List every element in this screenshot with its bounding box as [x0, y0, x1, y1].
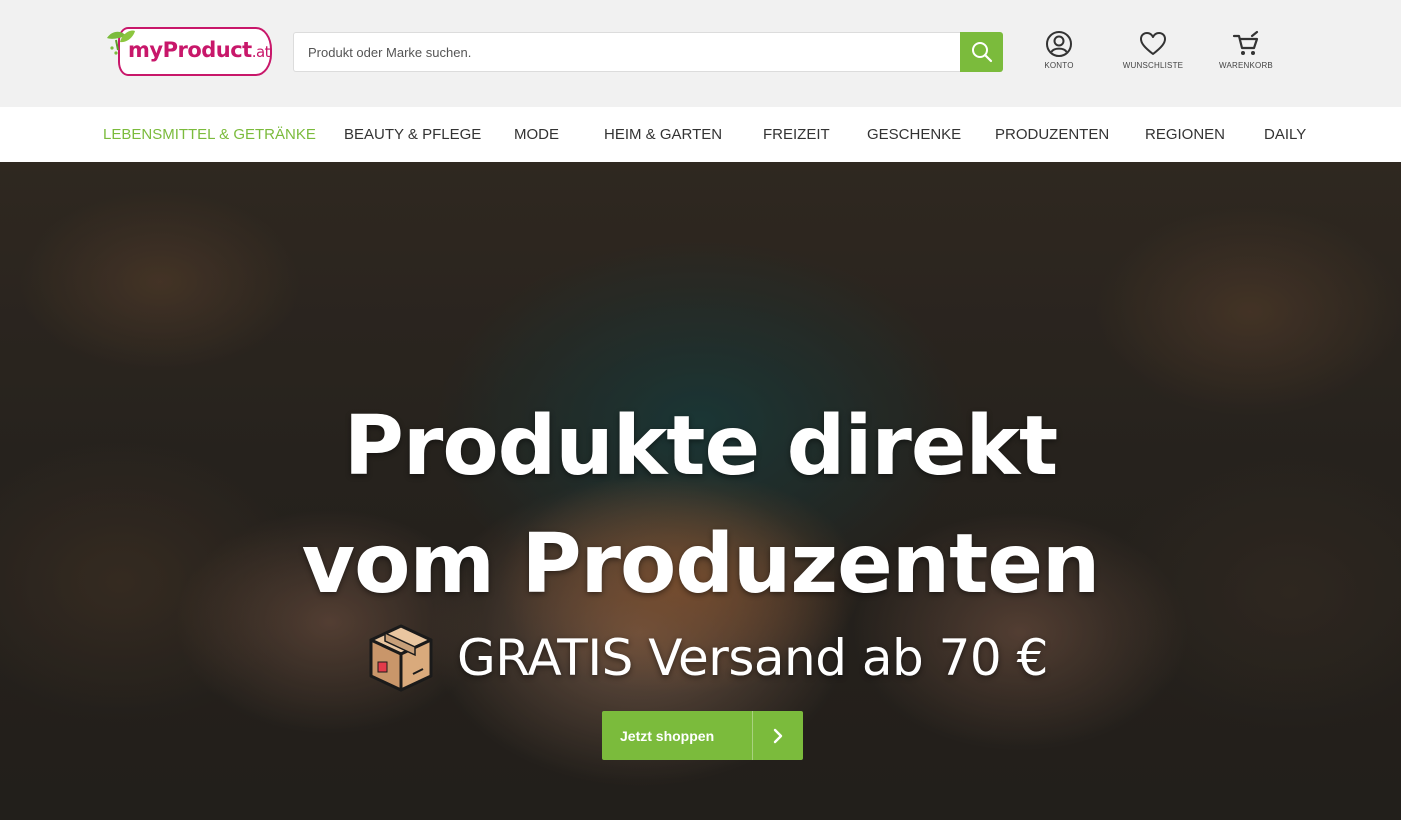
- wishlist-button[interactable]: WUNSCHLISTE: [1113, 30, 1193, 72]
- account-button[interactable]: KONTO: [1019, 30, 1099, 72]
- hero-title-line-1: Produkte direkt: [343, 399, 1058, 494]
- chevron-right-icon: [753, 728, 803, 744]
- logo-text-main: myProduct: [128, 38, 252, 62]
- nav-item-freizeit[interactable]: FREIZEIT: [763, 107, 830, 162]
- nav-item-produzenten[interactable]: PRODUZENTEN: [995, 107, 1109, 162]
- shop-now-button[interactable]: Jetzt shoppen: [602, 711, 803, 760]
- cart-label: WARENKORB: [1219, 61, 1273, 70]
- user-icon: [1046, 31, 1072, 57]
- logo[interactable]: myProduct.at: [104, 26, 272, 78]
- nav-item-lebensmittel-getraenke[interactable]: LEBENSMITTEL & GETRÄNKE: [103, 107, 316, 162]
- cart-button[interactable]: WARENKORB: [1206, 30, 1286, 72]
- search-bar: [293, 32, 1003, 72]
- search-input[interactable]: [293, 32, 961, 72]
- heart-icon: [1140, 32, 1166, 55]
- hero-title: Produkte direkt vom Produzenten: [0, 388, 1401, 624]
- wishlist-label: WUNSCHLISTE: [1122, 61, 1184, 70]
- main-navigation: LEBENSMITTEL & GETRÄNKE BEAUTY & PFLEGE …: [0, 107, 1401, 162]
- shop-now-label: Jetzt shoppen: [620, 727, 715, 744]
- nav-item-beauty-pflege[interactable]: BEAUTY & PFLEGE: [344, 107, 481, 162]
- account-label: KONTO: [1044, 61, 1074, 70]
- hero-subtitle: GRATIS Versand ab 70 €: [365, 618, 1048, 698]
- nav-item-geschenke[interactable]: GESCHENKE: [867, 107, 961, 162]
- cart-icon: [1232, 30, 1259, 55]
- hero-title-line-2: vom Produzenten: [301, 517, 1101, 612]
- nav-item-mode[interactable]: MODE: [514, 107, 559, 162]
- hero-banner: Produkte direkt vom Produzenten GRATIS V…: [0, 162, 1401, 820]
- header: myProduct.at KONTO WUNSCHLISTE: [0, 0, 1401, 107]
- nav-item-daily[interactable]: DAILY: [1264, 107, 1306, 162]
- logo-text: myProduct.at: [128, 38, 271, 64]
- nav-item-heim-garten[interactable]: HEIM & GARTEN: [604, 107, 722, 162]
- nav-item-regionen[interactable]: REGIONEN: [1145, 107, 1225, 162]
- search-icon: [971, 42, 992, 63]
- hero-subtitle-text: GRATIS Versand ab 70 €: [457, 629, 1048, 687]
- search-button[interactable]: [960, 32, 1003, 72]
- package-box-icon: [369, 624, 433, 692]
- logo-text-tld: .at: [251, 43, 271, 61]
